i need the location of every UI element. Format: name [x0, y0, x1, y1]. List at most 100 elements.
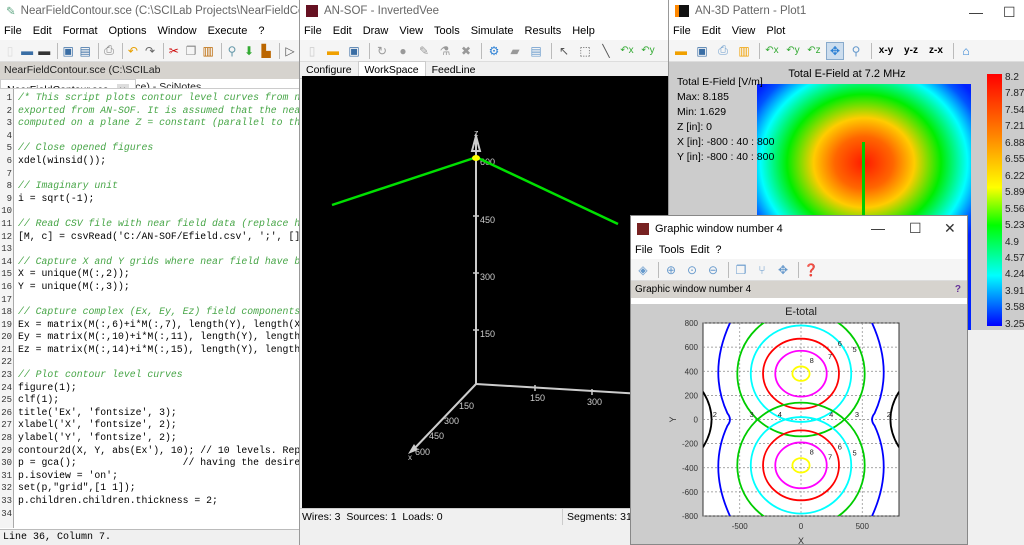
menu-help[interactable]: Help: [572, 25, 595, 37]
report-icon[interactable]: ▤: [527, 42, 545, 60]
print-icon[interactable]: ⎙: [714, 42, 732, 60]
minimize-button[interactable]: —: [871, 220, 885, 236]
separator: [798, 261, 799, 278]
cut-icon[interactable]: ✂: [167, 42, 181, 60]
copy-icon[interactable]: ❐: [184, 42, 198, 60]
paste-icon[interactable]: ▥: [201, 42, 215, 60]
open-icon[interactable]: ▬: [324, 42, 342, 60]
menu-edit[interactable]: Edit: [33, 25, 52, 37]
menu-tools[interactable]: Tools: [434, 25, 460, 37]
undo-icon[interactable]: ↶: [126, 42, 140, 60]
home-icon[interactable]: ⌂: [957, 42, 975, 60]
menu-edit[interactable]: Edit: [690, 244, 709, 256]
clipboard-icon[interactable]: ▥: [735, 42, 753, 60]
pointer-icon[interactable]: ↖: [555, 42, 573, 60]
print-icon[interactable]: ⎙: [102, 42, 116, 60]
clean-icon[interactable]: ⚗: [436, 42, 454, 60]
pencil-icon[interactable]: ✎: [415, 42, 433, 60]
new-icon[interactable]: ▯: [303, 42, 321, 60]
zoom-icon[interactable]: ⚲: [847, 42, 865, 60]
settings-icon[interactable]: ⚙: [485, 42, 503, 60]
menu-file[interactable]: File: [635, 244, 653, 256]
circle-icon[interactable]: ●: [394, 42, 412, 60]
load-icon[interactable]: ▙: [259, 42, 273, 60]
minimize-button[interactable]: —: [969, 4, 983, 20]
separator: [658, 261, 659, 278]
new-file-icon[interactable]: ▯: [3, 42, 17, 60]
wire-right-arm[interactable]: [477, 156, 619, 226]
menu-view[interactable]: View: [732, 25, 756, 37]
save-icon[interactable]: ▣: [61, 42, 75, 60]
menu-window[interactable]: Window: [157, 25, 196, 37]
x-axis-label: X: [798, 536, 804, 545]
maximize-button[interactable]: ☐: [1003, 4, 1016, 21]
zoom-out-icon[interactable]: ⊖: [704, 261, 722, 279]
rotate-z-icon[interactable]: ↶z: [805, 42, 823, 60]
menu-draw[interactable]: Draw: [363, 25, 389, 37]
find-icon[interactable]: ⚲: [225, 42, 239, 60]
delete-icon[interactable]: ✖: [457, 42, 475, 60]
menu-edit[interactable]: Edit: [333, 25, 352, 37]
select-rect-icon[interactable]: ⬚: [576, 42, 594, 60]
menu-file[interactable]: File: [4, 25, 22, 37]
code-editor[interactable]: 1 /* This script plots contour level curv…: [0, 88, 300, 528]
menu-execute[interactable]: Execute: [208, 25, 248, 37]
workspace-3d-view[interactable]: z 600 450 300 150 150 300 150 300 450 60…: [302, 76, 670, 508]
pan-icon[interactable]: ✥: [826, 41, 844, 60]
menu-file[interactable]: File: [673, 25, 691, 37]
datatip-manager-icon[interactable]: ⑂: [753, 261, 771, 279]
rotate-x-icon[interactable]: ↶x: [618, 42, 636, 60]
redo-icon[interactable]: ↷: [143, 42, 157, 60]
menu-tools[interactable]: Tools: [659, 244, 685, 256]
save-icon[interactable]: ▣: [693, 42, 711, 60]
graphic-help-mark[interactable]: ?: [955, 281, 961, 298]
menu-view[interactable]: View: [399, 25, 423, 37]
menu-file[interactable]: File: [304, 25, 322, 37]
rotate-x-icon[interactable]: ↶x: [763, 42, 781, 60]
zoom-in-icon[interactable]: ⊕: [662, 261, 680, 279]
graphic-titlebar: Graphic window number 4 — ☐ ✕: [631, 216, 967, 241]
help-icon[interactable]: ❓: [802, 261, 820, 279]
menu-options[interactable]: Options: [109, 25, 147, 37]
scinotes-title: NearFieldContour.sce (C:\SCILab Projects…: [20, 5, 300, 17]
menu-format[interactable]: Format: [63, 25, 98, 37]
code-text: // Read CSV file with near field data (r…: [18, 217, 300, 229]
contour-label: 7: [828, 352, 832, 361]
zoom-reset-icon[interactable]: ⊙: [683, 261, 701, 279]
open-dir-icon[interactable]: ▬: [37, 42, 51, 60]
rotate-icon[interactable]: ↻: [373, 42, 391, 60]
datatip-icon[interactable]: ❐: [732, 261, 750, 279]
open-icon[interactable]: ▬: [672, 42, 690, 60]
close-button[interactable]: ✕: [944, 220, 956, 237]
wire-left-arm[interactable]: [331, 156, 475, 207]
view-zx-button[interactable]: z-x: [925, 42, 947, 60]
line-number: 25: [1, 395, 12, 406]
menu-edit[interactable]: Edit: [702, 25, 721, 37]
rotate-y-icon[interactable]: ↶y: [639, 42, 657, 60]
contour-plot-canvas[interactable]: E-total -500 0 500 800 600 400 200 0 -200 -400 -600…: [631, 304, 967, 545]
menu-help[interactable]: ?: [715, 244, 721, 256]
menu-help[interactable]: ?: [258, 25, 264, 37]
run-icon[interactable]: ▷: [283, 42, 297, 60]
path-bar: NearFieldContour.sce (C:\SCILab Projects…: [0, 62, 300, 93]
view-xy-button[interactable]: x-y: [875, 42, 897, 60]
separator: [57, 42, 59, 59]
rotate-y-icon[interactable]: ↶y: [784, 42, 802, 60]
feed-source-marker[interactable]: [472, 155, 480, 161]
x-tick-label: -500: [732, 522, 749, 531]
execute-icon[interactable]: ⬇: [242, 42, 256, 60]
menu-plot[interactable]: Plot: [766, 25, 785, 37]
pan-icon[interactable]: ✥: [774, 261, 792, 279]
save-as-icon[interactable]: ▤: [78, 42, 92, 60]
view-yz-button[interactable]: y-z: [900, 42, 922, 60]
open-folder-icon[interactable]: ▬: [20, 42, 34, 60]
y-tick-label: 400: [685, 367, 699, 376]
separator: [759, 42, 760, 59]
menu-simulate[interactable]: Simulate: [471, 25, 514, 37]
menu-results[interactable]: Results: [525, 25, 562, 37]
comment-icon[interactable]: ▰: [506, 42, 524, 60]
maximize-button[interactable]: ☐: [909, 220, 922, 237]
save-icon[interactable]: ▣: [345, 42, 363, 60]
line-icon[interactable]: ╲: [597, 42, 615, 60]
rotate-icon[interactable]: ◈: [634, 261, 652, 279]
